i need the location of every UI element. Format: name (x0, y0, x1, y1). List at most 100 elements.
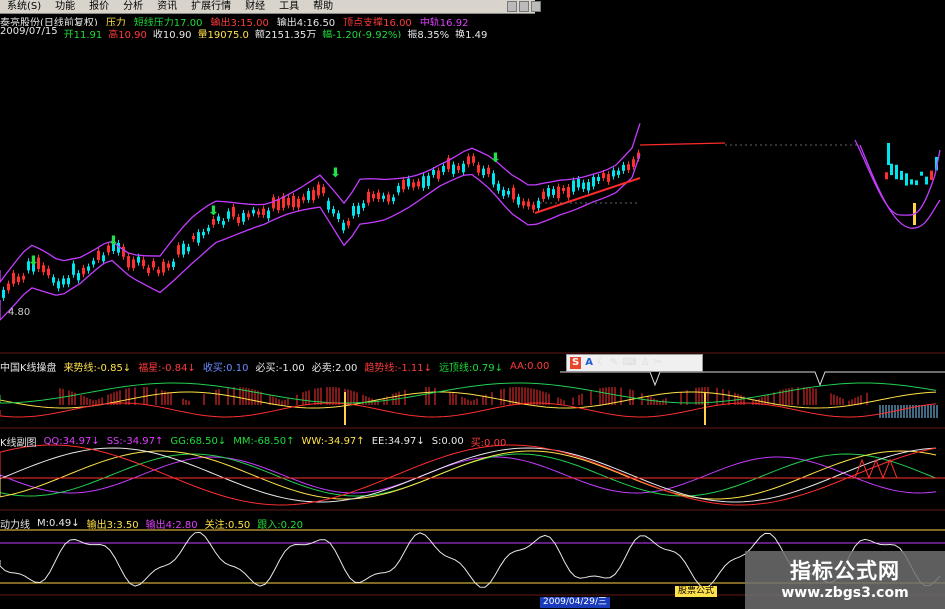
candle-body (77, 273, 80, 281)
candle-body (142, 259, 145, 267)
candle-body (507, 190, 510, 195)
candle-body (332, 209, 335, 214)
green-buy-arrow-icon: ⬇ (28, 254, 39, 269)
keyboard-icon[interactable]: ⌨ (622, 357, 636, 369)
candle-body (22, 275, 25, 280)
ind2-value-5: WW:-34.97↑ (301, 436, 365, 447)
menu-item-6[interactable]: 财经 (238, 0, 272, 13)
candle-body (377, 192, 380, 200)
candle-body (617, 170, 620, 175)
candle-body (552, 189, 555, 195)
candle-body (237, 216, 240, 223)
candle-body (307, 191, 310, 200)
green-buy-arrow-icon: ⬇ (108, 234, 119, 249)
info1-field-3: 输出3:15.00 (210, 18, 269, 26)
pen-icon[interactable]: ✎ (610, 357, 618, 369)
candle-body (517, 196, 520, 205)
candle-body (607, 174, 610, 182)
candle-body (277, 199, 280, 211)
menu-item-1[interactable]: 功能 (48, 0, 82, 13)
menu-item-0[interactable]: 系统(S) (0, 0, 48, 13)
candle-body (232, 206, 235, 217)
candle-body (477, 164, 480, 173)
window-controls (507, 1, 541, 12)
ind2-value-8: 买:0.00 (470, 438, 507, 449)
minimize-button[interactable] (507, 1, 517, 12)
candle-body (152, 261, 155, 268)
green-buy-arrow-icon: ⬇ (330, 166, 341, 181)
moon-icon[interactable]: ☾ (597, 357, 606, 369)
ind2-value-4: MM:-68.50↑ (233, 436, 295, 447)
candle-body (177, 245, 180, 255)
candle-body (352, 206, 355, 216)
candle-body (402, 179, 405, 190)
candle-body (915, 180, 918, 186)
candle-body (262, 208, 265, 215)
tool-icon[interactable]: ✂ (654, 357, 662, 369)
menu-item-2[interactable]: 报价 (82, 0, 116, 13)
ind2-spikes (854, 458, 898, 480)
candle-body (267, 210, 270, 219)
candle-body (322, 186, 325, 194)
candle-body (920, 171, 923, 176)
candle-body (885, 172, 888, 180)
candle-body (172, 261, 175, 267)
candle-body (522, 201, 525, 206)
upper-band-line (0, 123, 641, 284)
candle-body (577, 178, 580, 188)
restore-button[interactable] (519, 1, 529, 12)
quote-info-row-1: 泰亮股份(日线前复权) 压力 短线压力17.00 输出3:15.00 输出4:16.50… (0, 14, 535, 26)
font-a-icon[interactable]: A (585, 357, 593, 369)
candle-body (900, 170, 903, 180)
candle-body (432, 169, 435, 175)
info2-field-1: 开11.91 (63, 30, 103, 38)
candle-body (72, 263, 75, 275)
menu-item-7[interactable]: 工具 (272, 0, 306, 13)
menu-item-8[interactable]: 帮助 (306, 0, 340, 13)
ind3-value-3: 输出4:2.80 (145, 520, 198, 531)
candle-body (17, 276, 20, 283)
candle-body (327, 200, 330, 210)
candle-body (57, 281, 60, 289)
green-buy-arrow-icon: ⬇ (208, 204, 219, 219)
formula-stamp: 股票公式 (675, 586, 718, 597)
person-icon[interactable]: ♙ (641, 357, 650, 369)
candle-body (427, 175, 430, 186)
candle-body (137, 256, 140, 263)
ind1-value-5: 必卖:2.00 (311, 363, 358, 374)
menu-item-4[interactable]: 资讯 (150, 0, 184, 13)
ind3-value-2: 输出3:3.50 (86, 520, 139, 531)
candle-body (342, 222, 345, 231)
info2-field-4: 量19075.0 (197, 30, 249, 38)
candle-body (557, 186, 560, 199)
candle-body (87, 266, 90, 271)
menu-item-5[interactable]: 扩展行情 (184, 0, 238, 13)
candle-body (147, 267, 150, 274)
ind1-value-1: 来势线:-0.85↓ (63, 363, 132, 374)
candle-body (612, 170, 615, 177)
candle-body (357, 205, 360, 215)
close-button[interactable] (531, 1, 541, 12)
candle-body (512, 187, 515, 200)
candle-body (62, 278, 65, 285)
ind2-value-6: EE:34.97↓ (371, 436, 425, 447)
info1-field-1: 压力 (105, 18, 126, 26)
candle-body (312, 190, 315, 201)
s-icon[interactable]: S (570, 357, 582, 369)
candle-body (542, 191, 545, 200)
menu-item-3[interactable]: 分析 (116, 0, 150, 13)
candle-body (632, 159, 635, 167)
ind3-value-5: 跟入:0.20 (257, 520, 303, 531)
candle-body (492, 173, 495, 185)
candle-body (212, 219, 215, 225)
price-axis-label: 4.80 (8, 307, 31, 318)
candle-body (362, 203, 365, 208)
candle-body (602, 172, 605, 179)
candle-body (387, 194, 390, 202)
ind1-value-6: 趋势线:-1.11↓ (364, 363, 432, 374)
info2-field-2: 高10.90 (108, 30, 147, 38)
candle-body (895, 164, 898, 180)
green-buy-arrow-icon: ⬇ (490, 151, 501, 166)
candle-body (132, 259, 135, 269)
candle-body (452, 164, 455, 174)
